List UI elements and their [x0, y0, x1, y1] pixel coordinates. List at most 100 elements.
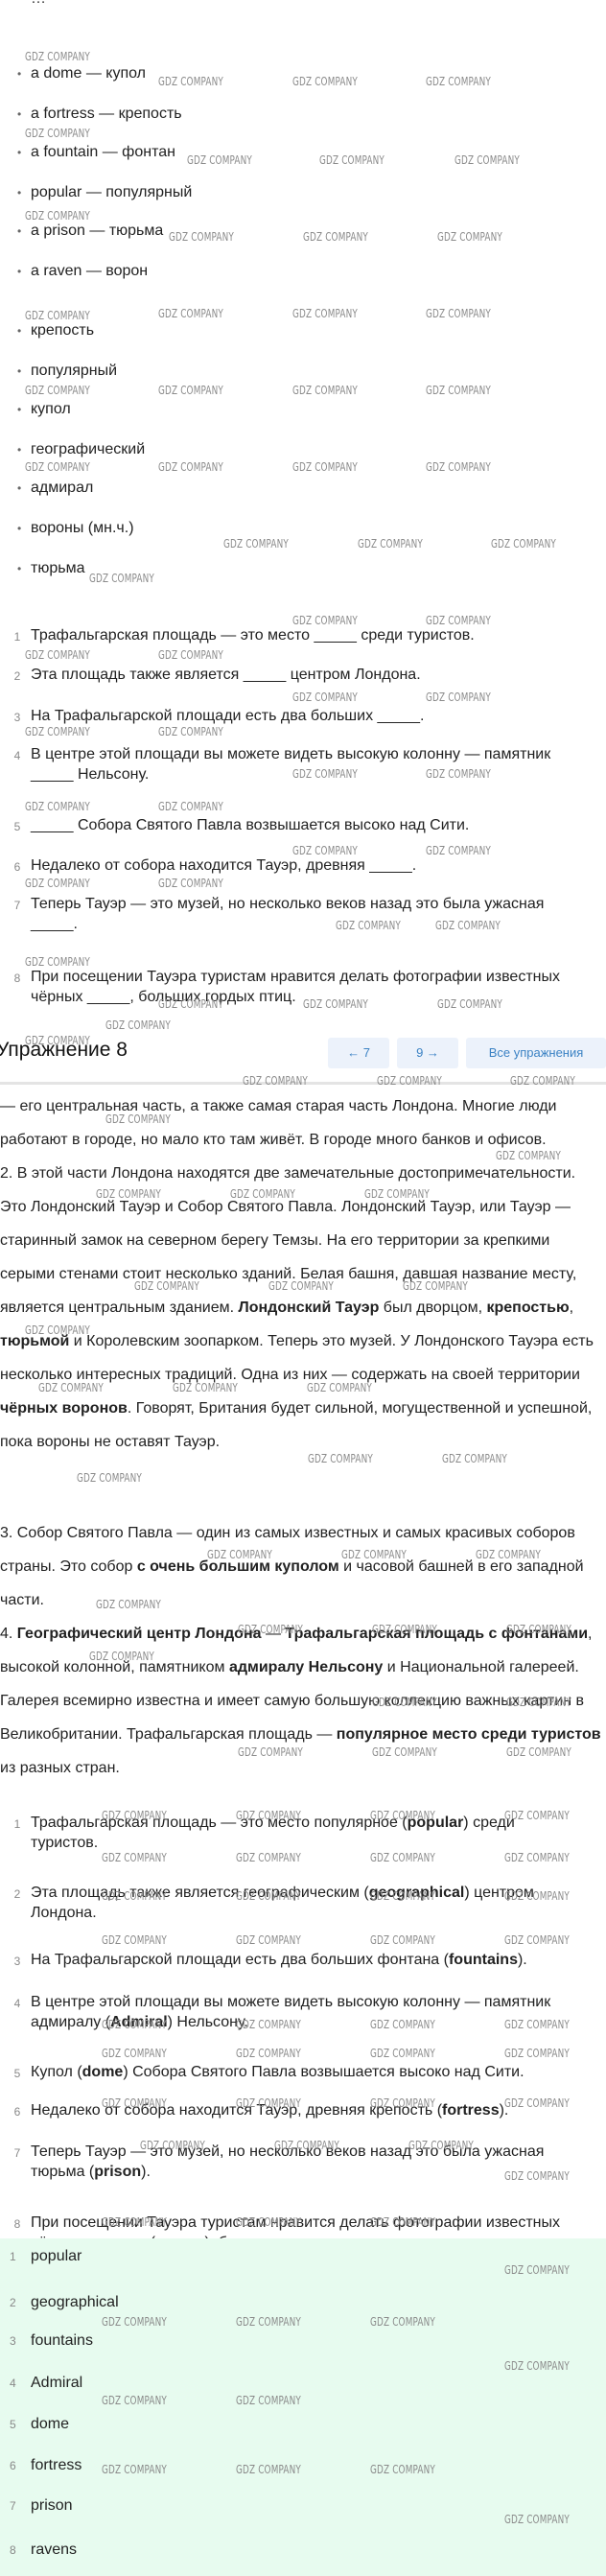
- exercise-item: 1 Трафальгарская площадь — это место попу…: [10, 1813, 585, 1853]
- watermark: GDZ COMPANY: [243, 1074, 308, 1088]
- vocabulary-item: • географический: [17, 441, 145, 458]
- watermark: GDZ COMPANY: [158, 307, 223, 320]
- watermark: GDZ COMPANY: [25, 800, 90, 813]
- item-text: _____ Собора Святого Павла возвышается в…: [31, 817, 470, 833]
- next-exercise-button[interactable]: 9 →: [397, 1038, 458, 1068]
- exercise-item: 7 Теперь Тауэр — это музей, но несколько …: [10, 894, 585, 934]
- item-number: 3: [13, 711, 21, 724]
- watermark: GDZ COMPANY: [158, 75, 223, 88]
- answer-number: 5: [10, 2418, 16, 2431]
- watermark: GDZ COMPANY: [25, 309, 90, 322]
- answer-item: 2 geographical: [10, 2294, 119, 2311]
- bullet-icon: •: [17, 265, 22, 278]
- bullet-icon: •: [17, 443, 22, 457]
- bullet-icon: •: [17, 481, 22, 495]
- watermark: GDZ COMPANY: [25, 460, 90, 474]
- watermark: GDZ COMPANY: [292, 460, 358, 474]
- vocabulary-text: popular — популярный: [31, 184, 193, 200]
- bullet-icon: •: [17, 67, 22, 81]
- bullet-icon: •: [17, 146, 22, 159]
- clipped-text: …: [31, 0, 568, 4]
- item-number: 6: [13, 860, 21, 874]
- answer-item: 7 prison: [10, 2497, 73, 2515]
- exercise-item: 3 На Трафальгарской площади есть два боль…: [10, 706, 585, 726]
- answer-text: fortress: [31, 2457, 82, 2473]
- item-number: 7: [13, 899, 21, 912]
- vocabulary-text: адмирал: [31, 480, 94, 496]
- item-text: Эта площадь также является _____ центром…: [31, 667, 421, 683]
- watermark: GDZ COMPANY: [102, 1851, 167, 1864]
- answer-number: 7: [10, 2499, 16, 2513]
- vocabulary-text: крепость: [31, 322, 95, 339]
- answer-text: Admiral: [31, 2375, 83, 2391]
- vocabulary-text: a fountain — фонтан: [31, 144, 175, 160]
- prev-exercise-button[interactable]: ← 7: [328, 1038, 389, 1068]
- watermark: GDZ COMPANY: [292, 307, 358, 320]
- watermark: GDZ COMPANY: [223, 537, 289, 550]
- watermark: GDZ COMPANY: [370, 2047, 435, 2060]
- vocabulary-item: • купол: [17, 401, 71, 418]
- watermark: GDZ COMPANY: [510, 1074, 575, 1088]
- item-text: Купол (dome) Собора Святого Павла возвыш…: [31, 2064, 524, 2080]
- vocabulary-item: • тюрьма: [17, 560, 84, 577]
- watermark: GDZ COMPANY: [25, 648, 90, 662]
- vocabulary-text: a raven — ворон: [31, 263, 149, 279]
- item-text: Трафальгарская площадь — это место _____…: [31, 627, 475, 644]
- watermark: GDZ COMPANY: [292, 75, 358, 88]
- exercise-item: 6 Недалеко от собора находится Тауэр, дре…: [10, 855, 585, 876]
- vocabulary-item: • a fortress — крепость: [17, 105, 182, 123]
- answer-number: 1: [10, 2250, 16, 2263]
- item-text: На Трафальгарской площади есть два больш…: [31, 1952, 527, 1968]
- exercise-item: 5 Купол (dome) Собора Святого Павла возвы…: [10, 2062, 585, 2082]
- watermark: GDZ COMPANY: [102, 1933, 167, 1947]
- item-text: При посещении Тауэра туристам нравится д…: [31, 969, 560, 1005]
- answer-item: 1 popular: [10, 2248, 82, 2265]
- vocabulary-text: тюрьма: [31, 560, 85, 576]
- watermark: GDZ COMPANY: [504, 1933, 570, 1947]
- answer-item: 4 Admiral: [10, 2375, 82, 2392]
- vocabulary-text: a dome — купол: [31, 65, 146, 82]
- watermark: GDZ COMPANY: [25, 725, 90, 738]
- exercise-item: 6 Недалеко от собора находится Тауэр, дре…: [10, 2100, 585, 2120]
- answer-item: 5 dome: [10, 2416, 69, 2433]
- vocabulary-text: географический: [31, 441, 146, 457]
- vocabulary-item: • крепость: [17, 322, 94, 340]
- watermark: GDZ COMPANY: [158, 800, 223, 813]
- vocabulary-text: популярный: [31, 363, 118, 379]
- exercise-item: 8 При посещении Тауэра туристам нравится …: [10, 967, 585, 1007]
- answer-item: 8 ravens: [10, 2541, 77, 2559]
- watermark: GDZ COMPANY: [236, 1851, 301, 1864]
- item-number: 4: [13, 749, 21, 762]
- vocabulary-text: купол: [31, 401, 71, 417]
- divider: [0, 1082, 606, 1085]
- watermark: GDZ COMPANY: [102, 2047, 167, 2060]
- vocabulary-text: вороны (мн.ч.): [31, 520, 134, 536]
- bullet-icon: •: [17, 562, 22, 575]
- watermark: GDZ COMPANY: [25, 50, 90, 63]
- exercise-item: 7 Теперь Тауэр — это музей, но несколько …: [10, 2142, 585, 2182]
- bullet-icon: •: [17, 186, 22, 199]
- bullet-icon: •: [17, 403, 22, 416]
- item-text: Недалеко от собора находится Тауэр, древ…: [31, 2102, 509, 2119]
- watermark: GDZ COMPANY: [426, 691, 491, 704]
- item-number: 7: [13, 2146, 21, 2160]
- exercise-item: 2 Эта площадь также является географическ…: [10, 1883, 585, 1923]
- all-exercises-button[interactable]: Все упражнения: [466, 1038, 606, 1068]
- paragraph-2: 2. В этой части Лондона находятся две за…: [0, 1165, 594, 1450]
- item-number: 6: [13, 2105, 21, 2119]
- bullet-icon: •: [17, 107, 22, 121]
- item-number: 8: [13, 972, 21, 985]
- watermark: GDZ COMPANY: [25, 384, 90, 397]
- watermark: GDZ COMPANY: [504, 1851, 570, 1864]
- watermark: GDZ COMPANY: [437, 230, 502, 244]
- watermark: GDZ COMPANY: [25, 209, 90, 222]
- item-number: 2: [13, 1887, 21, 1901]
- watermark: GDZ COMPANY: [370, 1851, 435, 1864]
- item-number: 8: [13, 2217, 21, 2231]
- watermark: GDZ COMPANY: [303, 230, 368, 244]
- watermark: GDZ COMPANY: [169, 230, 234, 244]
- watermark: GDZ COMPANY: [358, 537, 423, 550]
- item-text: Эта площадь также является географически…: [31, 1885, 534, 1921]
- item-text: Недалеко от собора находится Тауэр, древ…: [31, 857, 417, 874]
- answer-number: 4: [10, 2377, 16, 2390]
